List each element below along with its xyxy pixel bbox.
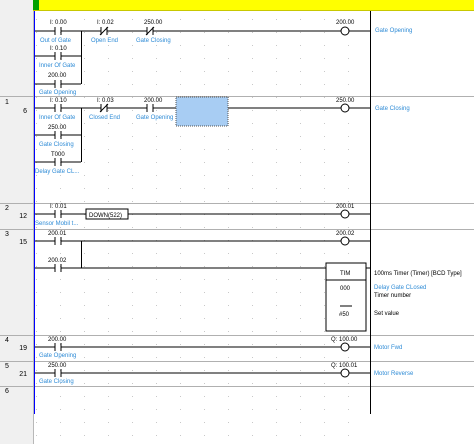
contact-symbol: Gate Opening (39, 353, 76, 359)
contact-symbol: Out of Gate (40, 38, 72, 44)
contact-address: 200.00 (144, 98, 163, 104)
contact-address: 200.00 (48, 73, 67, 79)
contact-address: 200.00 (48, 337, 67, 343)
contact-address: 200.02 (48, 258, 67, 264)
coil-address: 200.02 (336, 231, 355, 237)
contact-symbol: Sensor Mobil t... (35, 221, 79, 227)
output-coil[interactable] (340, 342, 350, 352)
contact-symbol: Inner Of Gate (39, 63, 76, 69)
contact-symbol: Gate Closing (39, 142, 74, 148)
contact-symbol: Inner Of Gate (39, 115, 76, 121)
set-value-label: Set value (374, 311, 400, 317)
coil-comment: Motor Fwd (374, 345, 402, 351)
output-coil[interactable] (340, 103, 350, 113)
timer-title: TIM (340, 271, 350, 277)
contact-address: 200.01 (48, 231, 67, 237)
contact-address: I: 0.10 (50, 46, 67, 52)
contact-symbol: Gate Closing (136, 38, 171, 44)
timer-number: 000 (340, 286, 351, 292)
contact-symbol: Open End (91, 38, 118, 44)
coil-address: 200.01 (336, 204, 355, 210)
timer-number-label: Timer number (374, 293, 411, 299)
contact-symbol: Closed End (89, 115, 120, 121)
timer-set-value: #50 (339, 312, 350, 318)
contact-address: I: 0.01 (50, 204, 67, 210)
contact-address: I: 0.00 (50, 20, 67, 26)
contact-symbol: Delay Gate CL... (35, 169, 80, 175)
contact-address: 250.00 (48, 363, 67, 369)
contact-symbol: Gate Opening (39, 90, 76, 96)
contact-address: I: 0.02 (97, 20, 114, 26)
ladder-diagram: I: 0.00 Out of Gate I: 0.02 Open End 250… (34, 11, 462, 444)
output-coil[interactable] (340, 209, 350, 219)
contact-address: T000 (51, 152, 65, 158)
coil-address: Q: 100.00 (331, 337, 358, 343)
contact-address: I: 0.10 (50, 98, 67, 104)
selection-cursor[interactable] (175, 96, 229, 127)
output-coil[interactable] (340, 368, 350, 378)
coil-comment: Gate Opening (375, 28, 412, 34)
contact-address: 250.00 (144, 20, 163, 26)
output-coil[interactable] (340, 236, 350, 246)
timer-comment: Delay Gate CLosed (374, 285, 426, 291)
coil-comment: Motor Reverse (374, 371, 414, 377)
contact-symbol: Gate Opening (136, 115, 173, 121)
coil-address: Q: 100.01 (331, 363, 358, 369)
coil-address: 250.00 (336, 98, 355, 104)
contact-address: I: 0.03 (97, 98, 114, 104)
grid-dots (34, 11, 370, 444)
contact-symbol: Gate Closing (39, 379, 74, 385)
output-coil[interactable] (340, 26, 350, 36)
coil-comment: Gate Closing (375, 106, 410, 112)
timer-description: 100ms Timer (Timer) [BCD Type] (374, 271, 462, 277)
coil-address: 200.00 (336, 20, 355, 26)
contact-address: 250.00 (48, 125, 67, 131)
function-label: DOWN(522) (89, 213, 122, 219)
